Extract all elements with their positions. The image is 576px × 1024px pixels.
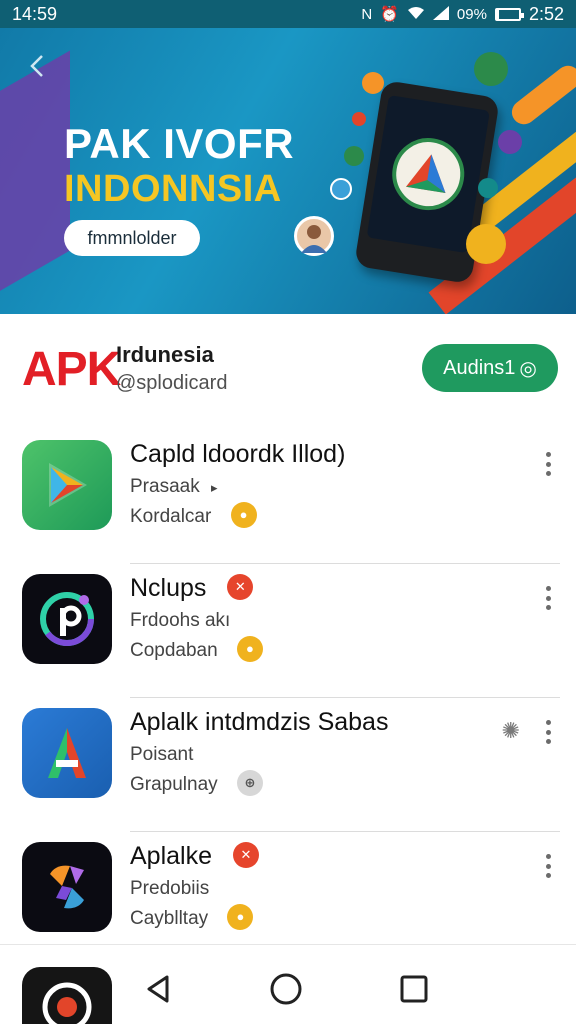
floating-app-icon xyxy=(498,130,522,154)
app-logo-icon xyxy=(387,132,470,216)
app-icon xyxy=(22,574,112,664)
coin-badge-icon: ● xyxy=(230,502,257,528)
promo-banner[interactable]: PAK IVOFR INDONNSIA fmmnlolder xyxy=(0,28,576,314)
banner-shape xyxy=(0,50,70,314)
list-item[interactable]: Capld ldoordk Illod) Prasaak ▸ Kordalcar… xyxy=(0,430,576,564)
follow-icon: ◎ xyxy=(519,357,537,380)
app-category-text: Grapulnay xyxy=(130,774,218,796)
status-icons: N ⏰ 09% 2:52 xyxy=(361,4,564,25)
status-time-right: 2:52 xyxy=(528,3,564,24)
more-options-icon[interactable] xyxy=(542,720,554,744)
app-developer: Predobiis xyxy=(130,878,210,899)
signal-icon xyxy=(432,5,449,23)
app-developer: Poisant xyxy=(130,744,194,765)
more-options-icon[interactable] xyxy=(542,854,554,878)
status-time-left: 14:59 xyxy=(12,3,58,24)
app-category: Cayblltay ● xyxy=(130,904,254,932)
app-name-text: Aplalke xyxy=(130,842,212,870)
apk-logo: APK xyxy=(22,343,121,396)
floating-app-icon xyxy=(344,146,364,166)
developer-name: Irdunesia xyxy=(116,342,214,367)
developer-handle: @splodicard xyxy=(116,372,228,394)
back-icon[interactable] xyxy=(140,971,176,1007)
app-icon xyxy=(22,842,112,932)
follow-button[interactable]: Audins1 ◎ xyxy=(422,344,558,392)
app-name: Capld ldoordk Illod) xyxy=(130,440,346,468)
banner-title-line1: PAK IVOFR xyxy=(64,120,295,167)
floating-app-icon xyxy=(466,224,506,264)
coin-badge-icon: ● xyxy=(236,636,263,662)
floating-app-icon xyxy=(478,178,498,198)
floating-app-icon xyxy=(474,52,508,86)
wifi-icon xyxy=(407,6,425,23)
status-bar: 14:59 N ⏰ 09% 2:52 xyxy=(0,0,576,28)
list-item[interactable]: Aplalk intdmdzis Sabas Poisant Grapulnay… xyxy=(0,698,576,832)
app-category: Copdaban ● xyxy=(130,636,263,664)
home-icon[interactable] xyxy=(268,971,304,1007)
more-options-icon[interactable] xyxy=(542,452,554,476)
alarm-icon: ⏰ xyxy=(380,5,399,23)
gear-icon[interactable]: ✺ xyxy=(502,718,520,744)
navigation-bar xyxy=(0,944,576,1024)
battery-fill xyxy=(496,9,500,19)
chevron-icon: ▸ xyxy=(210,480,218,495)
app-icon xyxy=(22,440,112,530)
banner-title-line2: INDONNSIA xyxy=(64,168,282,210)
battery-icon xyxy=(494,7,524,21)
floating-app-icon xyxy=(362,72,384,94)
app-name: Nclups ✕ xyxy=(130,574,254,603)
app-category-text: Kordalcar xyxy=(130,506,212,528)
banner-stripe xyxy=(507,60,576,130)
floating-app-icon xyxy=(330,178,352,200)
back-chevron-icon[interactable] xyxy=(26,52,54,80)
more-options-icon[interactable] xyxy=(542,586,554,610)
app-category-text: Copdaban xyxy=(130,640,218,662)
award-badge-icon: ✕ xyxy=(227,574,254,601)
app-developer: Prasaak ▸ xyxy=(130,476,218,498)
coin-badge-icon: ● xyxy=(227,904,254,930)
app-category-text: Cayblltay xyxy=(130,908,209,930)
list-item[interactable]: Nclups ✕ Frdoohs akı Copdaban ● xyxy=(0,564,576,698)
app-developer: Frdoohs akı xyxy=(130,610,231,631)
avatar xyxy=(294,216,334,256)
app-developer-text: Prasaak xyxy=(130,476,200,497)
battery-percent: 09% xyxy=(456,5,487,23)
app-name: Aplalk intdmdzis Sabas xyxy=(130,708,389,736)
app-icon xyxy=(22,967,112,1024)
follow-button-label: Audins1 xyxy=(443,356,516,379)
app-category: Grapulnay ⊕ xyxy=(130,770,263,798)
banner-cta-button[interactable]: fmmnlolder xyxy=(64,220,200,256)
globe-badge-icon: ⊕ xyxy=(236,770,263,796)
recents-icon[interactable] xyxy=(396,971,432,1007)
nfc-icon: N xyxy=(361,5,373,23)
floating-app-icon xyxy=(352,112,366,126)
app-category: Kordalcar ● xyxy=(130,502,257,530)
app-name-text: Nclups xyxy=(130,574,207,602)
developer-header: APK Irdunesia @splodicard Audins1 ◎ xyxy=(0,314,576,422)
app-name: Aplalke ✕ xyxy=(130,842,259,871)
app-icon xyxy=(22,708,112,798)
award-badge-icon: ✕ xyxy=(232,842,259,869)
